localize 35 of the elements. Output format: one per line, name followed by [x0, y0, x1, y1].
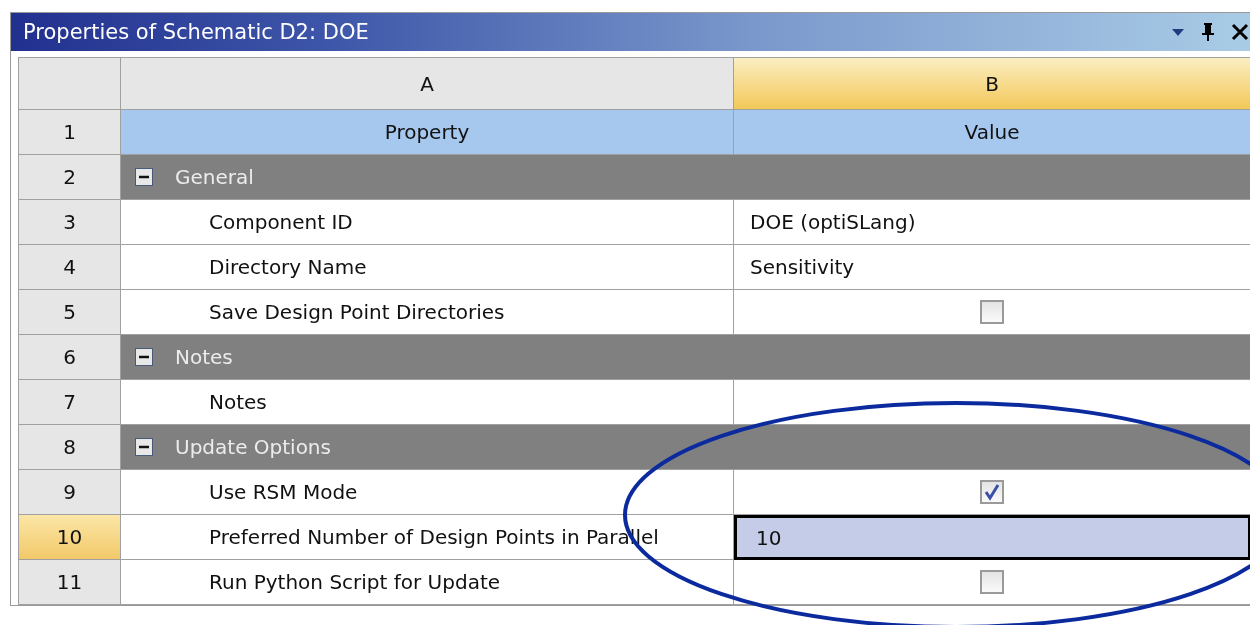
group-label: General: [175, 165, 254, 189]
row-number[interactable]: 4: [19, 245, 121, 290]
window-title: Properties of Schematic D2: DOE: [23, 20, 370, 44]
collapse-icon[interactable]: [135, 438, 153, 456]
property-name: Use RSM Mode: [121, 470, 734, 515]
row-number[interactable]: 1: [19, 110, 121, 155]
pin-icon[interactable]: [1199, 22, 1217, 42]
property-name: Notes: [121, 380, 734, 425]
property-name: Run Python Script for Update: [121, 560, 734, 605]
checkbox[interactable]: [980, 480, 1004, 504]
checkbox[interactable]: [980, 300, 1004, 324]
checkbox[interactable]: [980, 570, 1004, 594]
column-title: Property: [121, 110, 734, 155]
group-label: Update Options: [175, 435, 331, 459]
property-name: Directory Name: [121, 245, 734, 290]
row-number[interactable]: 2: [19, 155, 121, 200]
row-number[interactable]: 9: [19, 470, 121, 515]
row-number[interactable]: 3: [19, 200, 121, 245]
column-header[interactable]: A: [121, 58, 734, 110]
group-label: Notes: [175, 345, 233, 369]
column-title: Value: [734, 110, 1250, 155]
dropdown-icon[interactable]: [1171, 27, 1185, 37]
row-number[interactable]: 5: [19, 290, 121, 335]
property-name: Component ID: [121, 200, 734, 245]
value-field[interactable]: 10: [734, 515, 1250, 560]
collapse-icon[interactable]: [135, 348, 153, 366]
column-header[interactable]: B: [734, 58, 1250, 110]
row-number[interactable]: 10: [19, 515, 121, 560]
row-number[interactable]: 8: [19, 425, 121, 470]
row-number[interactable]: 11: [19, 560, 121, 605]
row-number[interactable]: 6: [19, 335, 121, 380]
property-name: Save Design Point Directories: [121, 290, 734, 335]
row-number[interactable]: 7: [19, 380, 121, 425]
collapse-icon[interactable]: [135, 168, 153, 186]
close-icon[interactable]: [1231, 23, 1249, 41]
